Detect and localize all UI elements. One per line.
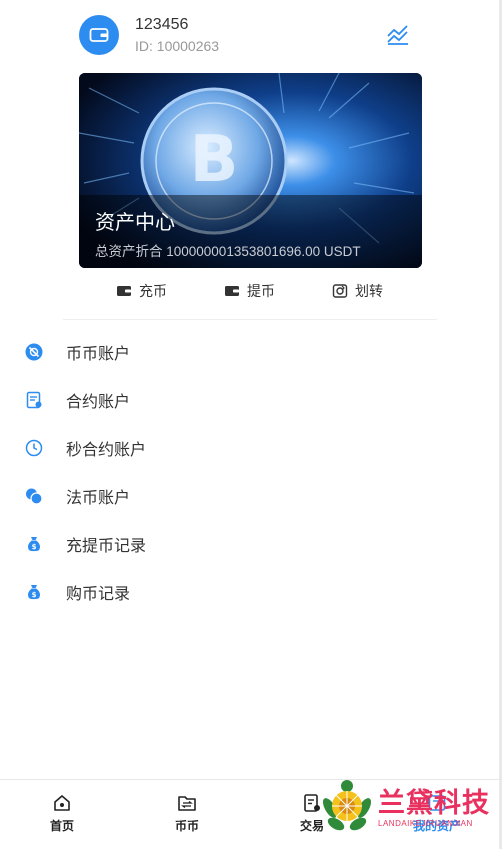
withdraw-label: 提币 (247, 283, 275, 299)
menu-item-contract-account[interactable]: 合约账户 (0, 376, 499, 424)
username: 123456 (135, 16, 189, 33)
money-bag-icon: $ (28, 585, 40, 600)
avatar[interactable] (79, 15, 119, 55)
menu-item-fiat-account[interactable]: 法币账户 (0, 472, 499, 520)
menu-item-label: 合约账户 (66, 394, 131, 411)
watermark-subtext: LANDAIKEJIRUANJIAN (378, 819, 473, 828)
wallet-icon (117, 286, 131, 296)
money-bag-icon: $ (28, 537, 40, 552)
clock-icon (25, 439, 43, 457)
trend-chart-icon[interactable] (386, 23, 410, 45)
asset-banner[interactable]: B 资产中心 总资产折合 100000001353801696.00 USDT (79, 73, 422, 268)
watermark-text: 兰黛科技 (378, 788, 490, 819)
tab-label: 币币 (174, 819, 199, 833)
tab-home[interactable]: 首页 (22, 780, 102, 849)
menu-item-label: 秒合约账户 (66, 442, 147, 459)
home-icon (54, 795, 70, 811)
divider (63, 319, 437, 320)
exchange-icon (178, 796, 196, 811)
watermark-logo: 兰黛科技 LANDAIKEJIRUANJIAN (320, 778, 492, 840)
sunflower-emblem-icon (323, 780, 371, 831)
coin-account-icon (25, 343, 43, 361)
menu-item-label: 币币账户 (66, 346, 131, 363)
menu-item-spot-account[interactable]: 币币账户 (0, 328, 499, 376)
menu-item-purchase-records[interactable]: $ 购币记录 (0, 568, 499, 616)
contract-document-icon (26, 391, 42, 409)
transfer-icon (332, 284, 348, 298)
deposit-label: 充币 (139, 283, 167, 299)
menu-item-second-contract-account[interactable]: 秒合约账户 (0, 424, 499, 472)
transfer-button[interactable]: 划转 (332, 281, 383, 301)
svg-text:$: $ (32, 543, 37, 551)
withdraw-button[interactable]: 提币 (224, 281, 275, 301)
user-header: 123456 ID: 10000263 (79, 13, 419, 55)
svg-text:B: B (190, 123, 239, 197)
total-assets: 总资产折合 100000001353801696.00 USDT (95, 244, 361, 259)
banner-title: 资产中心 (95, 212, 175, 234)
wallet-icon (225, 286, 239, 296)
menu-item-label: 法币账户 (66, 490, 131, 507)
menu-item-deposit-withdraw-records[interactable]: $ 充提币记录 (0, 520, 499, 568)
wallet-icon (89, 28, 109, 42)
tab-coin[interactable]: 币币 (147, 780, 227, 849)
menu-item-label: 充提币记录 (66, 538, 147, 555)
tab-label: 首页 (49, 819, 74, 833)
deposit-button[interactable]: 充币 (116, 281, 167, 301)
trade-icon (304, 794, 320, 812)
user-id: ID: 10000263 (135, 38, 220, 54)
svg-text:$: $ (32, 591, 37, 599)
menu-item-label: 购币记录 (66, 586, 131, 603)
asset-actions: 充币 提币 划转 (79, 281, 422, 307)
fiat-circles-icon (26, 488, 43, 505)
transfer-label: 划转 (355, 283, 383, 299)
